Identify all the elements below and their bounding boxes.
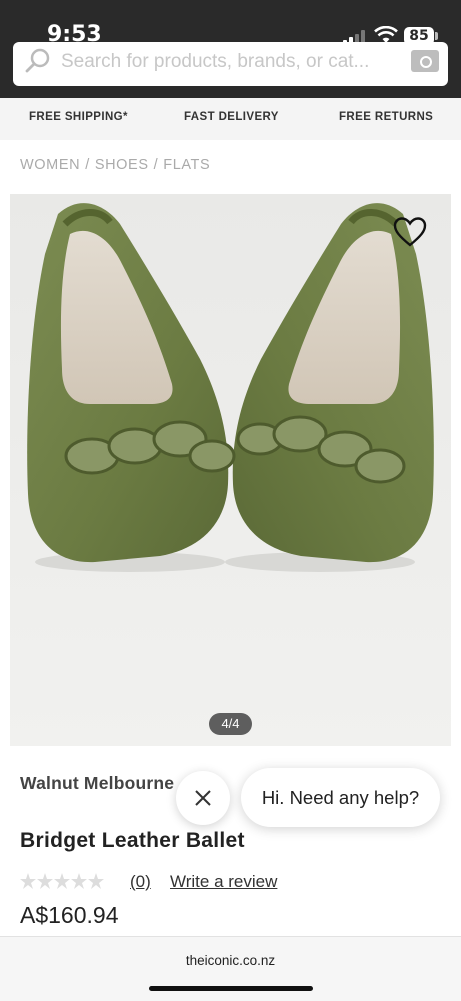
write-review-link[interactable]: Write a review [170, 872, 277, 892]
chat-bubble[interactable]: Hi. Need any help? [241, 768, 440, 827]
camera-icon[interactable] [411, 50, 439, 72]
product-title: Bridget Leather Ballet [20, 829, 245, 852]
breadcrumb: WOMEN / SHOES / FLATS [20, 157, 211, 173]
url-text[interactable]: theiconic.co.nz [0, 953, 461, 968]
home-indicator[interactable] [149, 986, 313, 991]
review-count-link[interactable]: (0) [130, 872, 151, 892]
close-chat-button[interactable] [176, 771, 230, 825]
breadcrumb-flats[interactable]: FLATS [163, 157, 210, 173]
rating-stars [20, 873, 104, 889]
breadcrumb-shoes[interactable]: SHOES [95, 157, 149, 173]
search-input[interactable] [61, 42, 401, 84]
browser-bottom-bar: theiconic.co.nz [0, 936, 461, 1001]
heart-icon[interactable] [393, 216, 427, 248]
close-icon[interactable] [176, 771, 230, 825]
battery-tip [435, 32, 438, 40]
status-bar: 9:53 85 [0, 0, 461, 98]
product-image[interactable] [10, 194, 451, 746]
benefits-strip: FREE SHIPPING* FAST DELIVERY FREE RETURN… [0, 98, 461, 140]
breadcrumb-women[interactable]: WOMEN [20, 157, 80, 173]
star-icon [20, 873, 104, 889]
brand-link[interactable]: Walnut Melbourne [20, 773, 174, 794]
benefit-fast-delivery[interactable]: FAST DELIVERY [184, 111, 279, 123]
benefit-free-returns[interactable]: FREE RETURNS [339, 111, 433, 123]
image-counter: 4/4 [209, 713, 252, 735]
product-photo [10, 194, 451, 746]
search-bar[interactable] [13, 42, 448, 86]
benefit-free-shipping[interactable]: FREE SHIPPING* [29, 111, 128, 123]
product-price: A$160.94 [20, 902, 119, 928]
search-icon[interactable] [24, 47, 52, 75]
